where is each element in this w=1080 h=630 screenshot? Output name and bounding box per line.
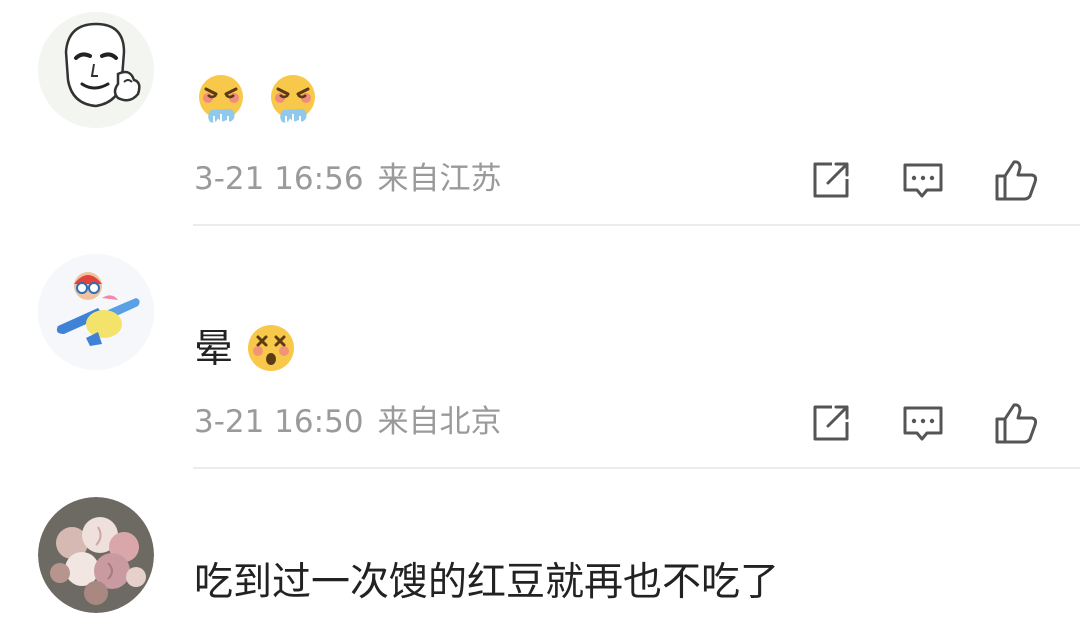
steam-from-nose-face-icon bbox=[194, 72, 248, 133]
comment-item: 吃到过一次馊的红豆就再也不吃了 bbox=[0, 469, 1080, 630]
flower-bouquet-avatar-icon bbox=[38, 497, 154, 613]
reply-button[interactable] bbox=[900, 400, 946, 446]
comment-time: 3-21 16:50 bbox=[194, 404, 364, 440]
comment-time: 3-21 16:56 bbox=[194, 161, 364, 197]
comment-item: 晕 3-21 16:50 来自北京 bbox=[0, 226, 1080, 470]
comment-item: 3-21 16:56 来自江苏 bbox=[0, 0, 1080, 226]
commenter-avatar[interactable] bbox=[38, 12, 154, 128]
reply-icon bbox=[903, 163, 943, 198]
comment-meta: 3-21 16:50 来自北京 bbox=[194, 407, 516, 438]
like-icon bbox=[995, 160, 1038, 201]
share-button[interactable] bbox=[808, 157, 854, 203]
comment-text: 晕 bbox=[194, 322, 297, 381]
commenter-avatar[interactable] bbox=[38, 254, 154, 370]
comment-text bbox=[194, 72, 320, 133]
comment-text: 吃到过一次馊的红豆就再也不吃了 bbox=[194, 560, 780, 605]
steam-from-nose-face-icon bbox=[266, 72, 320, 133]
like-icon bbox=[995, 403, 1038, 444]
comment-meta: 3-21 16:56 来自江苏 bbox=[194, 164, 516, 195]
reply-button[interactable] bbox=[900, 157, 946, 203]
meme-face-avatar-icon bbox=[38, 12, 154, 128]
share-icon bbox=[813, 162, 849, 198]
commenter-avatar[interactable] bbox=[38, 497, 154, 613]
cartoon-airplane-avatar-icon bbox=[38, 254, 154, 370]
share-icon bbox=[813, 405, 849, 441]
share-button[interactable] bbox=[808, 400, 854, 446]
comment-location: 来自北京 bbox=[377, 404, 502, 440]
comment-location: 来自江苏 bbox=[377, 161, 502, 197]
reply-icon bbox=[903, 406, 943, 441]
like-button[interactable] bbox=[993, 157, 1039, 203]
like-button[interactable] bbox=[993, 400, 1039, 446]
dizzy-face-icon bbox=[245, 322, 297, 381]
